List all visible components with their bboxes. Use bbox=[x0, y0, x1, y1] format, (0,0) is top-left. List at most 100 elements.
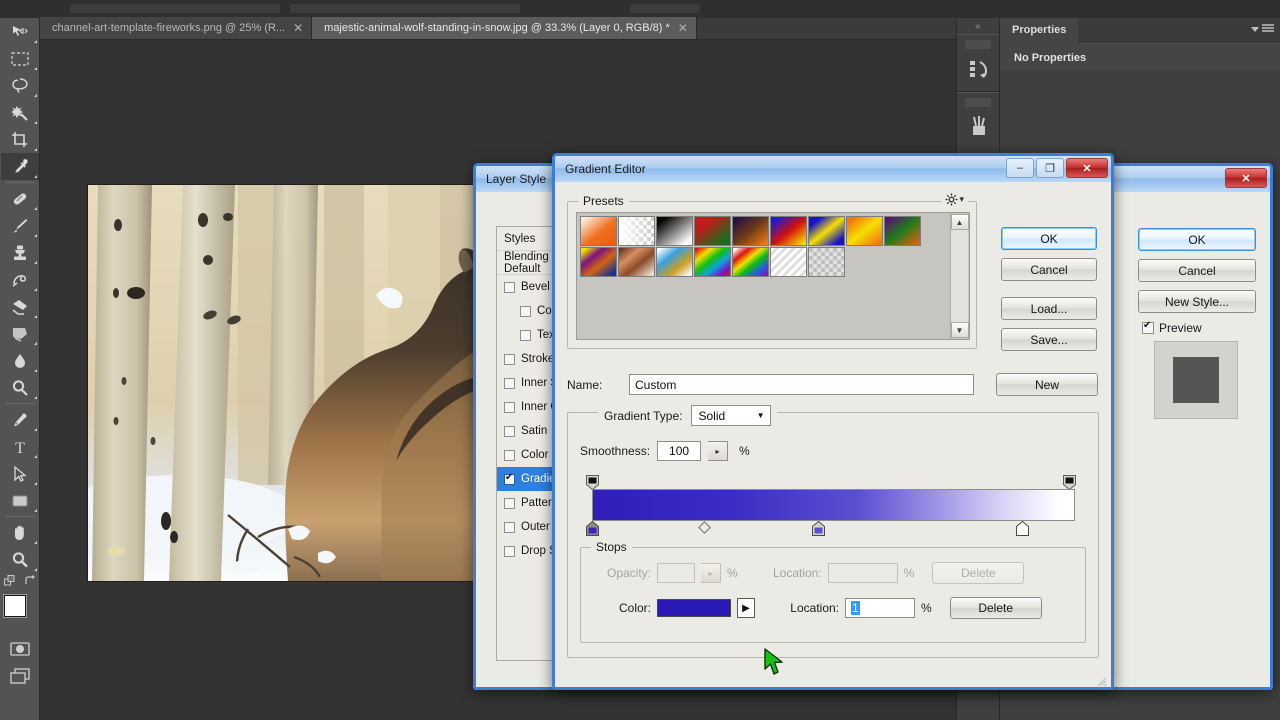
presets-scrollbar[interactable]: ▲ ▼ bbox=[950, 214, 969, 338]
preset-swatch-13[interactable] bbox=[732, 247, 769, 277]
checkbox[interactable] bbox=[504, 472, 515, 485]
checkbox[interactable] bbox=[504, 353, 515, 365]
ls-preview-row[interactable]: Preview bbox=[1142, 320, 1256, 335]
foreground-background-color[interactable] bbox=[1, 593, 39, 635]
tab-close-icon[interactable]: ✕ bbox=[678, 22, 688, 34]
history-brush-tool[interactable] bbox=[1, 266, 39, 293]
ls-ok-button[interactable]: OK bbox=[1138, 228, 1256, 251]
brushes-panel-icon[interactable] bbox=[957, 108, 1001, 146]
maximize-button[interactable]: ❐ bbox=[1036, 158, 1064, 178]
tab-properties[interactable]: Properties bbox=[1000, 17, 1079, 42]
preset-swatch-12[interactable] bbox=[694, 247, 731, 277]
ls-new-style-button[interactable]: New Style... bbox=[1138, 290, 1256, 313]
ge-cancel-button[interactable]: Cancel bbox=[1001, 258, 1097, 281]
gear-icon[interactable]: ▾ bbox=[941, 193, 968, 206]
history-panel-icon[interactable] bbox=[957, 50, 1001, 88]
presets-swatch-box[interactable]: ▲ ▼ bbox=[576, 212, 970, 340]
pen-tool[interactable] bbox=[1, 406, 39, 433]
path-selection-tool[interactable] bbox=[1, 460, 39, 487]
document-canvas[interactable] bbox=[88, 185, 520, 581]
ge-ok-button[interactable]: OK bbox=[1001, 227, 1097, 250]
color-stop-1[interactable] bbox=[812, 520, 825, 536]
color-delete-button[interactable]: Delete bbox=[949, 597, 1042, 619]
opacity-stop-0[interactable] bbox=[586, 475, 599, 491]
preset-swatch-5[interactable] bbox=[770, 216, 807, 246]
collapse-panels-icon[interactable]: « bbox=[957, 18, 999, 34]
crop-tool[interactable] bbox=[1, 126, 39, 153]
preset-swatch-14[interactable] bbox=[770, 247, 807, 277]
gradient-preview-bar[interactable] bbox=[592, 489, 1075, 521]
color-swatch-button[interactable] bbox=[657, 599, 731, 617]
zoom-tool[interactable] bbox=[1, 546, 39, 573]
ls-cancel-button[interactable]: Cancel bbox=[1138, 259, 1256, 282]
rectangular-marquee-tool[interactable] bbox=[1, 45, 39, 72]
foreground-color-swatch[interactable] bbox=[3, 595, 26, 617]
document-tab-0[interactable]: channel-art-template-fireworks.png @ 25%… bbox=[40, 17, 313, 39]
checkbox[interactable] bbox=[504, 497, 515, 509]
checkbox[interactable] bbox=[504, 281, 515, 293]
preset-swatch-4[interactable] bbox=[732, 216, 769, 246]
checkbox[interactable] bbox=[504, 545, 515, 557]
checkbox[interactable] bbox=[504, 401, 515, 413]
gradient-editor-titlebar[interactable]: Gradient Editor – ❐ ✕ bbox=[555, 156, 1111, 182]
ge-load-button[interactable]: Load... bbox=[1001, 297, 1097, 320]
eyedropper-tool[interactable] bbox=[0, 153, 39, 180]
lasso-tool[interactable] bbox=[1, 72, 39, 99]
dodge-tool[interactable] bbox=[1, 374, 39, 401]
type-tool[interactable]: T bbox=[1, 433, 39, 460]
eraser-tool[interactable] bbox=[1, 293, 39, 320]
checkbox[interactable] bbox=[504, 425, 515, 437]
brush-tool[interactable] bbox=[1, 212, 39, 239]
swap-reset-colors[interactable] bbox=[1, 573, 39, 589]
checkbox[interactable] bbox=[520, 305, 531, 317]
checkbox[interactable] bbox=[520, 329, 531, 341]
blur-tool[interactable] bbox=[1, 347, 39, 374]
preset-swatch-10[interactable] bbox=[618, 247, 655, 277]
panel-menu-icon[interactable] bbox=[1251, 24, 1274, 34]
checkbox[interactable] bbox=[504, 449, 515, 461]
quick-mask-toggle[interactable] bbox=[1, 635, 39, 662]
tab-close-icon[interactable]: ✕ bbox=[293, 22, 303, 34]
rectangle-tool[interactable] bbox=[1, 487, 39, 514]
preset-swatch-11[interactable] bbox=[656, 247, 693, 277]
preset-swatch-0[interactable] bbox=[580, 216, 617, 246]
preset-swatch-7[interactable] bbox=[846, 216, 883, 246]
screen-mode-toggle[interactable] bbox=[1, 662, 39, 689]
opacity-stop-1[interactable] bbox=[1063, 475, 1076, 491]
gradient-bar-area[interactable] bbox=[584, 475, 1082, 541]
close-button[interactable]: ✕ bbox=[1225, 168, 1267, 188]
ge-new-button[interactable]: New bbox=[996, 373, 1098, 396]
gradient-tool[interactable] bbox=[1, 320, 39, 347]
gradient-editor-dialog[interactable]: Gradient Editor – ❐ ✕ Presets ▾ ▲ ▼ OK C… bbox=[552, 153, 1114, 690]
gradient-midpoint-marker[interactable] bbox=[698, 521, 711, 534]
preset-swatch-9[interactable] bbox=[580, 247, 617, 277]
hand-tool[interactable] bbox=[1, 519, 39, 546]
smoothness-input[interactable]: 100 bbox=[657, 441, 702, 461]
ge-save-button[interactable]: Save... bbox=[1001, 328, 1097, 351]
scroll-down-icon[interactable]: ▼ bbox=[950, 322, 969, 338]
preset-swatch-1[interactable] bbox=[618, 216, 655, 246]
preset-swatch-3[interactable] bbox=[694, 216, 731, 246]
close-button[interactable]: ✕ bbox=[1066, 158, 1108, 178]
color-stop-0[interactable] bbox=[586, 520, 599, 536]
clone-stamp-tool[interactable] bbox=[1, 239, 39, 266]
document-tab-1[interactable]: majestic-animal-wolf-standing-in-snow.jp… bbox=[312, 17, 697, 39]
color-dropdown-arrow-icon[interactable]: ▶ bbox=[737, 598, 755, 618]
minimize-button[interactable]: – bbox=[1006, 158, 1034, 178]
color-stop-2[interactable] bbox=[1016, 520, 1029, 536]
checkbox[interactable] bbox=[504, 377, 515, 389]
smoothness-stepper-icon[interactable]: ▸ bbox=[708, 441, 729, 461]
resize-grip-icon[interactable] bbox=[1097, 674, 1107, 687]
preset-swatch-2[interactable] bbox=[656, 216, 693, 246]
healing-brush-tool[interactable] bbox=[1, 185, 39, 212]
gradient-type-select[interactable]: Solid ▼ bbox=[690, 405, 771, 426]
color-location-input[interactable]: 1 bbox=[845, 598, 915, 618]
preset-swatch-15[interactable] bbox=[808, 247, 845, 277]
gradient-name-input[interactable]: Custom bbox=[629, 374, 974, 395]
move-tool[interactable] bbox=[1, 18, 39, 45]
preview-checkbox[interactable] bbox=[1142, 320, 1154, 334]
magic-wand-tool[interactable] bbox=[1, 99, 39, 126]
scroll-up-icon[interactable]: ▲ bbox=[950, 214, 969, 230]
preset-swatch-8[interactable] bbox=[884, 216, 921, 246]
preset-swatch-6[interactable] bbox=[808, 216, 845, 246]
